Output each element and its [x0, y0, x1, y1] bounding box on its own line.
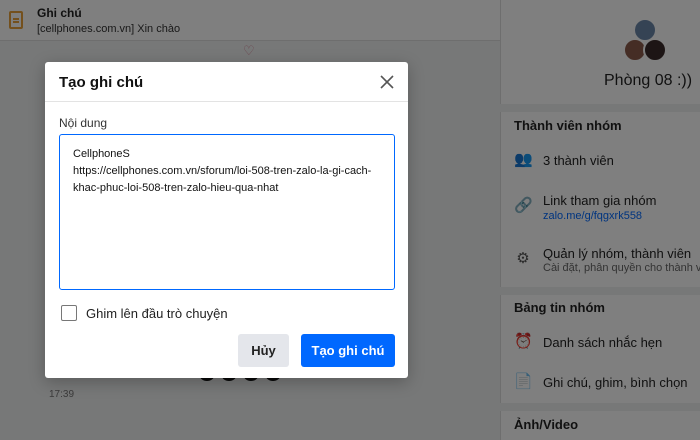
create-note-button[interactable]: Tạo ghi chú [301, 334, 395, 367]
pin-checkbox-label: Ghim lên đầu trò chuyện [86, 305, 228, 321]
close-icon [380, 75, 394, 89]
pin-to-top-option[interactable]: Ghim lên đầu trò chuyện [61, 304, 228, 322]
content-label: Nội dung [59, 116, 108, 130]
close-button[interactable] [376, 71, 398, 93]
create-note-dialog: Tạo ghi chú Nội dung CellphoneS https://… [45, 62, 408, 378]
cancel-button[interactable]: Hủy [238, 334, 289, 367]
note-content-input[interactable]: CellphoneS https://cellphones.com.vn/sfo… [59, 134, 395, 290]
pin-checkbox[interactable] [61, 305, 77, 321]
dialog-title: Tạo ghi chú [59, 74, 144, 91]
dialog-header: Tạo ghi chú [45, 62, 408, 102]
